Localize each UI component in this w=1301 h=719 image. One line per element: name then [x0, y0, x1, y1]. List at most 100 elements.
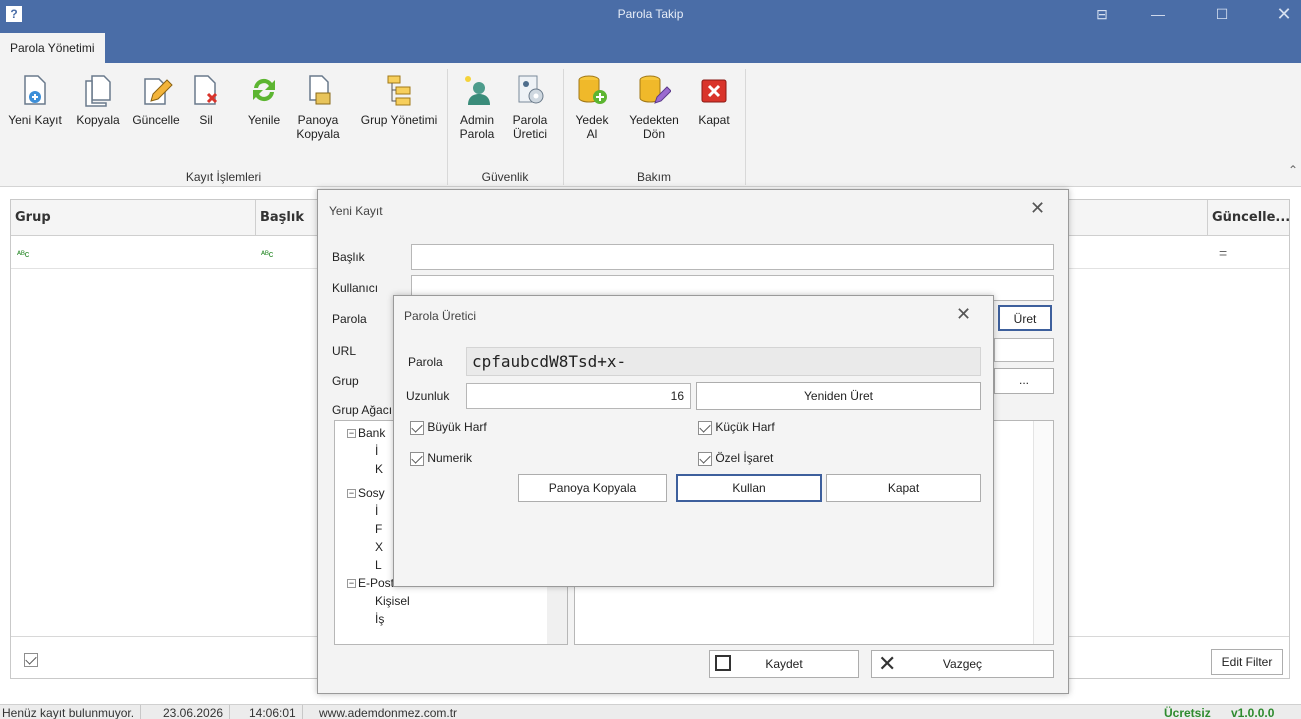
tree-node[interactable]: X [375, 540, 383, 554]
filter-cell-guncelle[interactable]: = [1219, 245, 1227, 261]
generator-close-button[interactable]: Kapat [826, 474, 981, 502]
admin-password-button[interactable]: Admin Parola [454, 73, 500, 141]
uppercase-checkbox[interactable] [410, 420, 424, 435]
group-label-kayit: Kayıt İşlemleri [185, 170, 262, 184]
generator-close-icon[interactable]: ✕ [956, 304, 971, 325]
label-password: Parola [332, 312, 367, 326]
dialog-close-icon[interactable]: ✕ [1030, 198, 1045, 219]
filter-cell-baslik[interactable]: ᴬᴮc [261, 249, 273, 259]
notes-scrollbar[interactable] [1033, 421, 1053, 644]
minimize-button[interactable]: — [1136, 0, 1180, 30]
status-message: Henüz kayıt bulunmuyor. [0, 705, 142, 719]
label-user: Kullanıcı [332, 281, 379, 295]
ribbon-separator [447, 69, 448, 185]
save-icon [715, 655, 731, 671]
option-special[interactable]: Özel İşaret [698, 451, 773, 466]
status-bar: Henüz kayıt bulunmuyor. 23.06.2026 14:06… [0, 704, 1301, 719]
length-input[interactable]: 16 [466, 383, 691, 409]
edit-icon [144, 78, 173, 105]
collapse-icon[interactable]: − [347, 429, 356, 439]
length-label: Uzunluk [406, 389, 450, 403]
url-input[interactable] [994, 338, 1054, 362]
tab-parola-yonetimi[interactable]: Parola Yönetimi [0, 33, 105, 63]
group-label-bakim: Bakım [636, 170, 671, 184]
update-button[interactable]: Güncelle [128, 73, 184, 127]
label-url: URL [332, 344, 357, 358]
maximize-button[interactable]: ☐ [1200, 0, 1244, 30]
column-header-guncelle[interactable]: Güncelle... [1207, 200, 1290, 236]
use-button[interactable]: Kullan [676, 474, 822, 502]
delete-icon [194, 75, 218, 105]
title-bar: ? Parola Takip ⊟ — ☐ ✕ [0, 0, 1301, 30]
option-uppercase[interactable]: Büyük Harf [410, 420, 487, 435]
group-label-guvenlik: Güvenlik [481, 170, 529, 184]
collapse-ribbon-icon[interactable]: ⌃ [1288, 163, 1298, 177]
ribbon-display-icon[interactable]: ⊟ [1080, 0, 1124, 30]
delete-button[interactable]: Sil [188, 73, 224, 127]
ribbon: Yeni Kayıt Kopyala Güncelle Sil Yenile P… [0, 63, 1301, 187]
column-header-grup[interactable]: Grup [11, 200, 256, 236]
generated-password-label: Parola [408, 355, 443, 369]
filter-cell-grup[interactable]: ᴬᴮc [17, 249, 29, 259]
clipboard-copy-button[interactable]: Panoya Kopyala [292, 73, 344, 141]
close-icon [701, 79, 727, 103]
tree-node-bank[interactable]: − Bank [347, 426, 385, 440]
tree-node[interactable]: F [375, 522, 382, 536]
clipboard-icon [309, 75, 331, 105]
lowercase-checkbox[interactable] [698, 420, 712, 435]
option-numeric[interactable]: Numerik [410, 451, 472, 466]
copy-to-clipboard-button[interactable]: Panoya Kopyala [518, 474, 667, 502]
tree-node[interactable]: İ [375, 444, 378, 458]
numeric-checkbox[interactable] [410, 451, 424, 466]
browse-group-button[interactable]: ... [994, 368, 1054, 394]
generate-button[interactable]: Üret [998, 305, 1052, 331]
title-input[interactable] [411, 244, 1054, 270]
new-document-icon [24, 75, 46, 105]
tree-icon [387, 75, 411, 106]
cancel-button[interactable]: ✕ Vazgeç [871, 650, 1054, 678]
edit-filter-button[interactable]: Edit Filter [1211, 649, 1283, 675]
tree-node-kisisel[interactable]: Kişisel [375, 594, 410, 608]
collapse-icon[interactable]: − [347, 579, 356, 589]
regenerate-button[interactable]: Yeniden Üret [696, 382, 981, 410]
generator-title: Parola Üretici [404, 309, 477, 323]
generated-password-field[interactable]: cpfaubcdW8Tsd+x- [466, 347, 981, 376]
tab-band [0, 30, 1301, 63]
status-website[interactable]: www.ademdonmez.com.tr [313, 705, 463, 719]
ribbon-separator [563, 69, 564, 185]
collapse-icon[interactable]: − [347, 489, 356, 499]
new-record-button[interactable]: Yeni Kayıt [4, 73, 66, 127]
label-group: Grup [332, 374, 359, 388]
status-date: 23.06.2026 [157, 705, 231, 719]
password-generator-dialog: Parola Üretici ✕ Parola cpfaubcdW8Tsd+x-… [393, 295, 994, 587]
tree-node-is[interactable]: İş [375, 612, 384, 626]
special-checkbox[interactable] [698, 451, 712, 466]
status-version: v1.0.0.0 [1231, 706, 1275, 719]
copy-icon [85, 75, 111, 107]
password-generator-button[interactable]: Parola Üretici [506, 73, 554, 141]
database-edit-icon [639, 75, 671, 104]
option-lowercase[interactable]: Küçük Harf [698, 420, 775, 435]
tree-node-sosyal[interactable]: − Sosy [347, 486, 385, 500]
tree-node[interactable]: L [375, 558, 382, 572]
refresh-button[interactable]: Yenile [244, 73, 284, 127]
tree-node[interactable]: K [375, 462, 383, 476]
restore-button[interactable]: Yedekten Dön [622, 73, 686, 141]
copy-button[interactable]: Kopyala [70, 73, 126, 127]
close-app-button[interactable]: Kapat [692, 73, 736, 127]
close-window-button[interactable]: ✕ [1262, 0, 1301, 30]
settings-icon [518, 75, 544, 104]
admin-user-icon [465, 76, 490, 105]
ribbon-separator [745, 69, 746, 185]
label-group-tree: Grup Ağacı [332, 403, 393, 417]
database-add-icon [578, 75, 607, 104]
cancel-icon: ✕ [878, 651, 897, 676]
label-title: Başlık [332, 250, 365, 264]
column-header-baslik[interactable]: Başlık [256, 200, 318, 236]
filter-enable-checkbox[interactable] [24, 652, 38, 667]
status-license: Ücretsiz [1164, 706, 1211, 719]
backup-button[interactable]: Yedek Al [570, 73, 614, 141]
group-management-button[interactable]: Grup Yönetimi [354, 73, 444, 127]
tree-node[interactable]: İ [375, 504, 378, 518]
save-button[interactable]: Kaydet [709, 650, 859, 678]
